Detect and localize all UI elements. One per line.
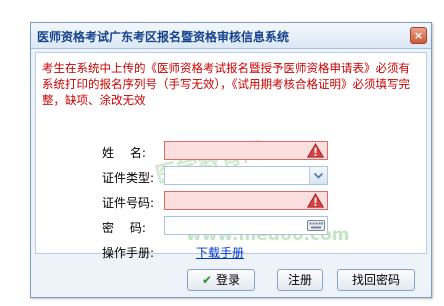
name-field[interactable] [164,141,328,160]
button-bar: ✔ 登录 注册 找回密码 [31,261,431,297]
checkmark-icon: ✔ [201,273,213,287]
warning-icon [307,193,324,208]
password-label: 密 码: [102,221,146,235]
login-button-label: 登录 [216,273,241,287]
close-icon: × [413,29,424,42]
name-label: 姓 名: [102,146,146,160]
notice-text: 考生在系统中上传的《医师资格考试报名暨授予医师资格申请表》必须有系统打印的报名序… [42,61,410,107]
dialog-title: 医师资格考试广东考区报名暨资格审核信息系统 [37,30,290,44]
manual-row: 操作手册: 下载手册 [36,241,426,261]
recover-button-label: 找回密码 [351,273,400,287]
name-row: 姓 名: [36,141,426,161]
cert-type-label: 证件类型: [102,171,155,185]
dialog-titlebar: 医师资格考试广东考区报名暨资格审核信息系统 × [31,23,431,49]
dropdown-button[interactable] [309,167,327,184]
chevron-down-icon [313,172,324,179]
register-button-label: 注册 [287,273,312,287]
manual-label: 操作手册: [102,246,155,260]
cert-no-row: 证件号码: [36,191,426,211]
name-input[interactable] [167,143,303,158]
keyboard-icon[interactable] [307,220,325,231]
download-manual-link[interactable]: 下载手册 [196,244,244,261]
recover-password-button[interactable]: 找回密码 [337,269,415,291]
warning-icon [307,143,324,158]
close-button[interactable]: × [410,27,427,44]
login-button[interactable]: ✔ 登录 [187,269,255,291]
login-dialog: 医师资格考试广东考区报名暨资格审核信息系统 × 考生在系统中上传的《医师资格考试… [30,22,432,298]
dialog-content: 考生在系统中上传的《医师资格考试报名暨授予医师资格申请表》必须有系统打印的报名序… [35,52,427,260]
password-row: 密 码: [36,216,426,236]
password-input[interactable] [167,218,303,233]
cert-no-label: 证件号码: [102,196,155,210]
cert-no-field[interactable] [164,191,328,210]
password-field[interactable] [164,216,328,235]
cert-type-select[interactable] [164,166,328,185]
register-button[interactable]: 注册 [277,269,323,291]
cert-type-row: 证件类型: [36,166,426,186]
cert-no-input[interactable] [167,193,303,208]
